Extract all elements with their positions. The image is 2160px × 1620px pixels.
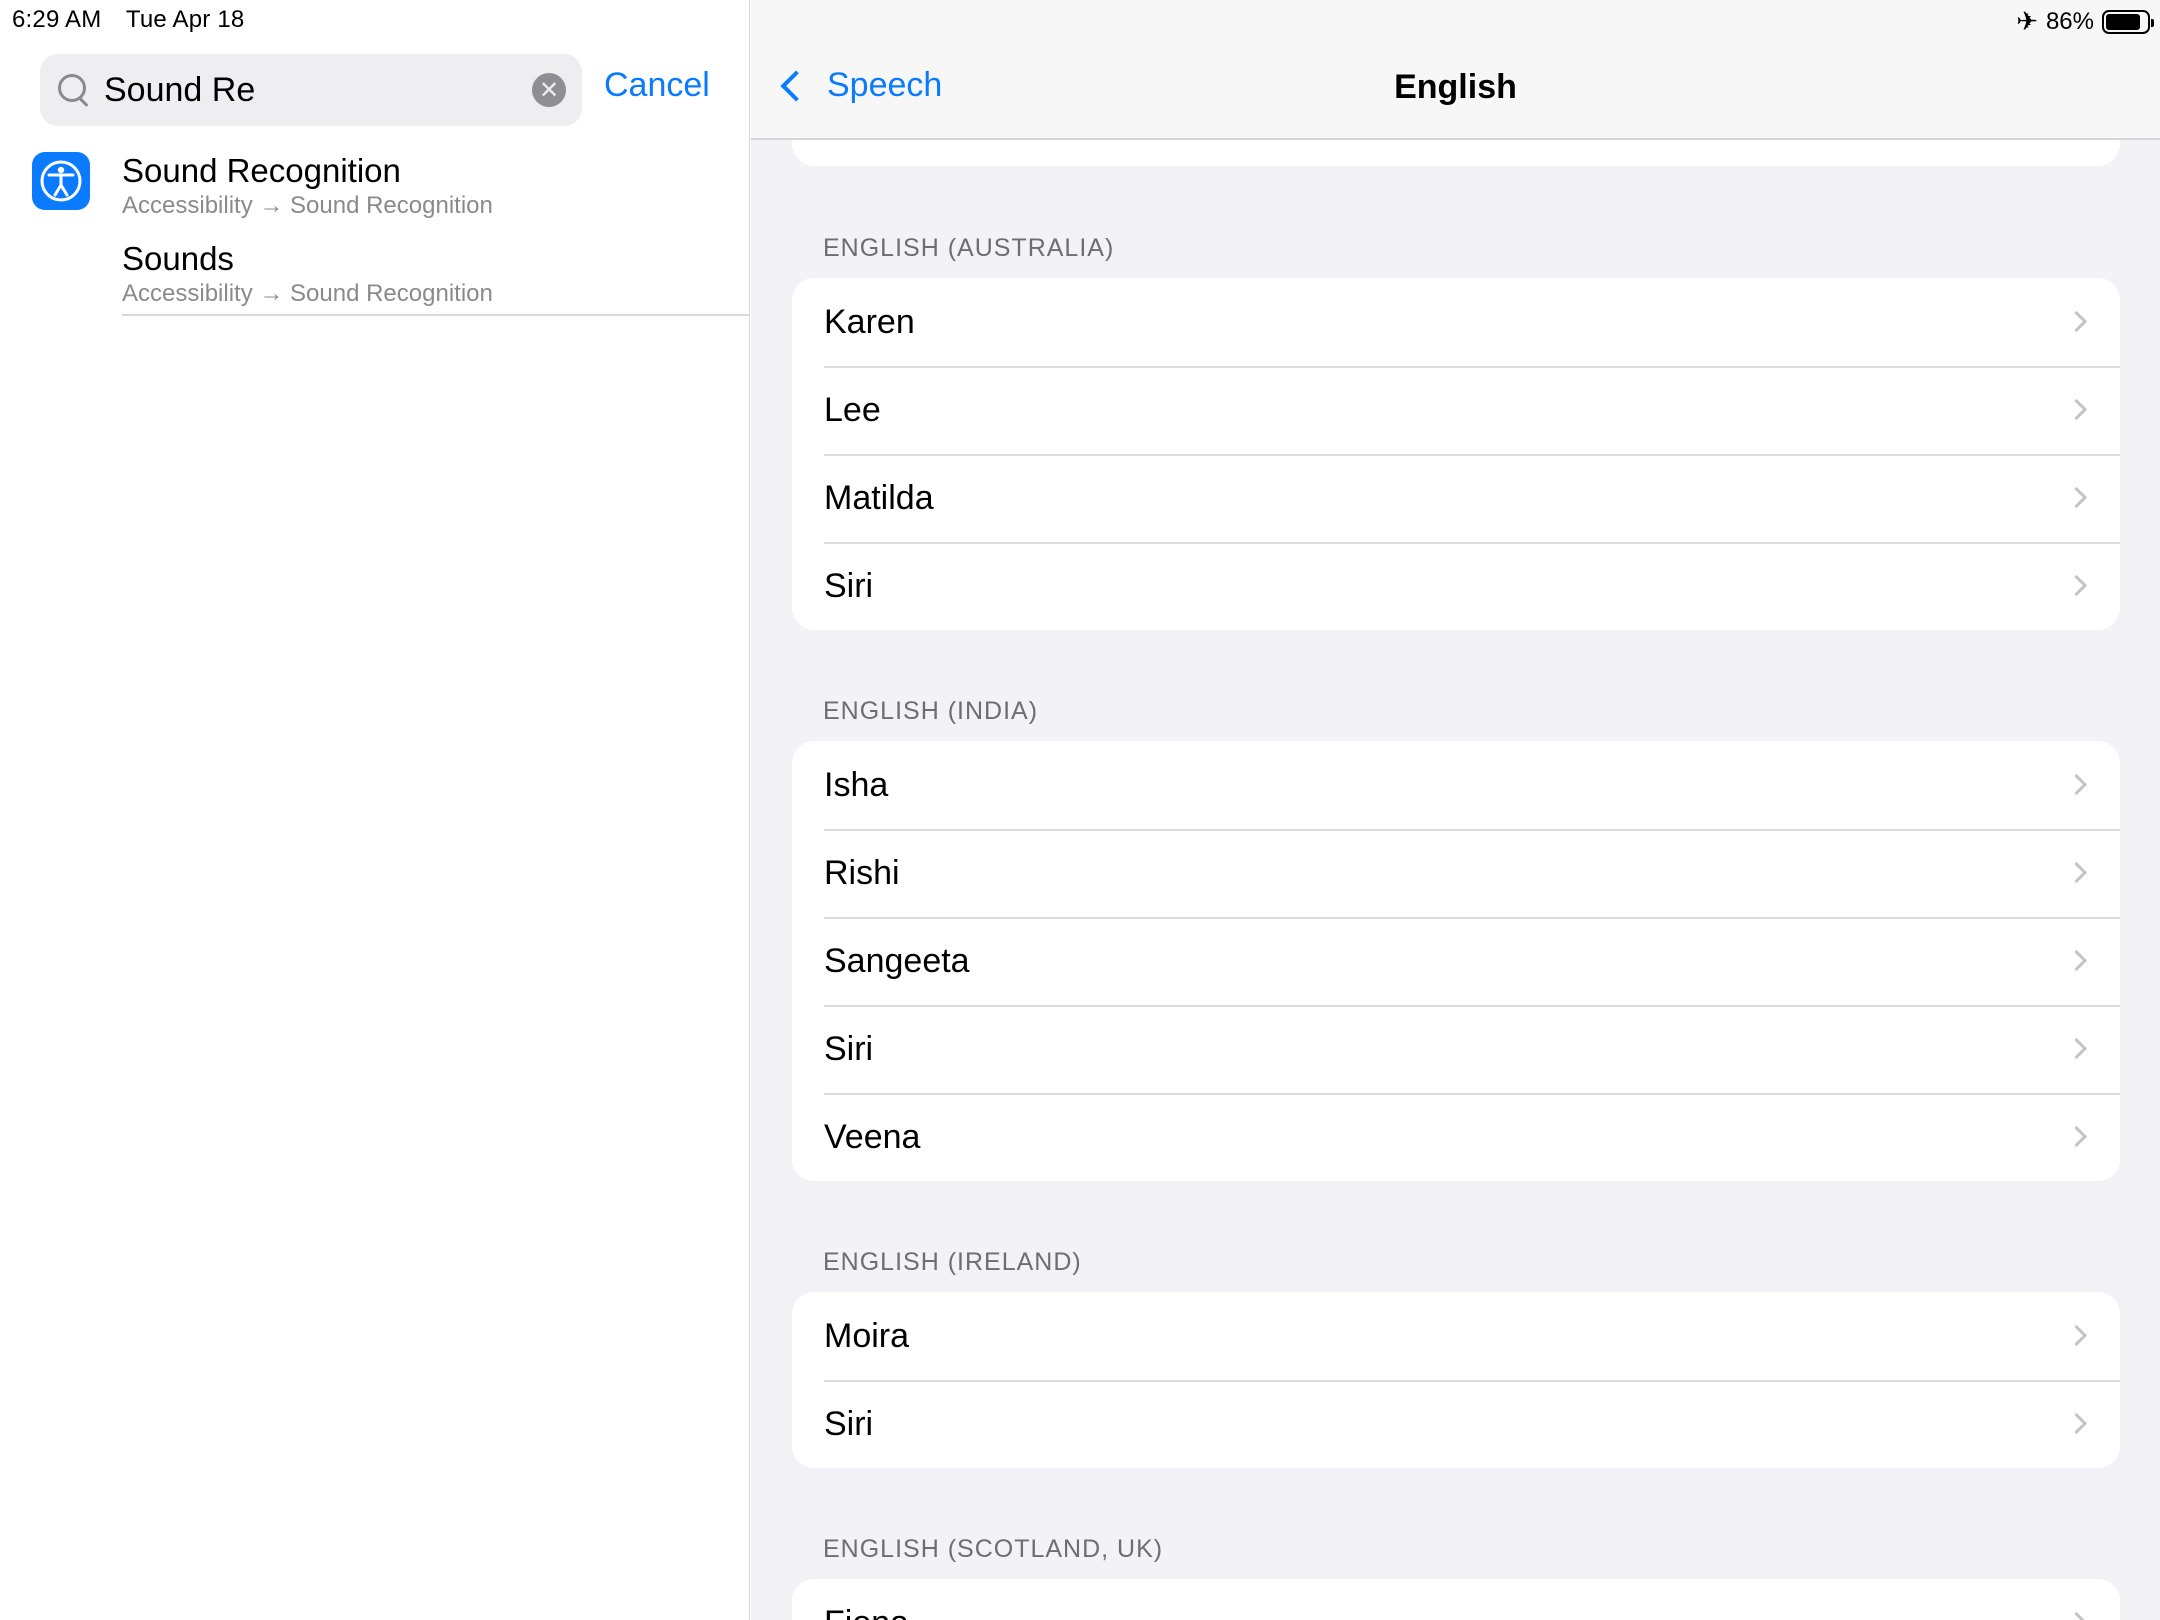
section-header: ENGLISH (INDIA): [823, 697, 1039, 725]
section-header: ENGLISH (SCOTLAND, UK): [823, 1535, 1164, 1563]
chevron-right-icon: [2065, 398, 2088, 421]
search-result-sounds[interactable]: Sounds Accessibility → Sound Recognition: [0, 240, 750, 320]
chevron-right-icon: [2065, 773, 2088, 796]
search-result-sound-recognition[interactable]: Sound Recognition Accessibility → Sound …: [0, 152, 750, 232]
voice-row[interactable]: Karen: [792, 278, 2120, 366]
chevron-right-icon: [2065, 949, 2088, 972]
voice-name: Sangeeta: [824, 941, 970, 980]
voice-name: Karen: [824, 302, 915, 341]
voice-row[interactable]: Siri: [792, 542, 2120, 630]
voice-name: Siri: [824, 1029, 874, 1068]
result-title: Sounds: [122, 240, 234, 277]
voice-list-card: Karen Lee Matilda Siri: [792, 278, 2120, 630]
chevron-right-icon: [2065, 1412, 2088, 1435]
chevron-right-icon: [2065, 1037, 2088, 1060]
chevron-right-icon: [2065, 1324, 2088, 1347]
status-indicators: ✈ 86%: [2016, 6, 2154, 37]
clear-search-icon[interactable]: ✕: [532, 73, 566, 107]
speech-voices-pane: ✈ 86% Speech English ENGLISH (AUSTRALIA)…: [751, 0, 2160, 1620]
result-path: Accessibility → Sound Recognition: [122, 280, 493, 307]
battery-percent: 86%: [2045, 7, 2094, 35]
section-header: ENGLISH (IRELAND): [823, 1248, 1082, 1276]
search-results-pane: 6:29 AM Tue Apr 18 Sound Re ✕ Cancel Sou…: [0, 0, 750, 1620]
chevron-right-icon: [2065, 861, 2088, 884]
voice-row[interactable]: Siri: [792, 1005, 2120, 1093]
voice-row[interactable]: Sangeeta: [792, 917, 2120, 1005]
voice-row[interactable]: Veena: [792, 1093, 2120, 1181]
accessibility-icon: [32, 152, 90, 210]
chevron-right-icon: [2065, 574, 2088, 597]
airplane-icon: ✈: [2016, 6, 2038, 36]
voice-name: Fiona: [824, 1604, 909, 1620]
voice-row[interactable]: Matilda: [792, 454, 2120, 542]
chevron-right-icon: [2065, 1125, 2088, 1148]
chevron-right-icon: [2065, 310, 2088, 333]
status-time-date: 6:29 AM Tue Apr 18: [12, 6, 262, 34]
voice-name: Moira: [824, 1316, 910, 1355]
voice-list-card: Isha Rishi Sangeeta Siri Veena: [792, 741, 2120, 1181]
voice-name: Matilda: [824, 478, 934, 517]
voice-list-card: Moira Siri: [792, 1292, 2120, 1468]
search-icon: [54, 70, 94, 110]
voice-name: Isha: [824, 765, 889, 804]
voice-list-card: Fiona: [792, 1579, 2120, 1620]
chevron-right-icon: [2065, 486, 2088, 509]
voice-row[interactable]: Lee: [792, 366, 2120, 454]
voice-name: Siri: [824, 566, 874, 605]
voice-row[interactable]: Siri: [792, 1380, 2120, 1468]
voice-name: Rishi: [824, 853, 900, 892]
result-title: Sound Recognition: [122, 152, 401, 189]
chevron-right-icon: [2065, 1611, 2088, 1620]
status-time: 6:29 AM: [12, 6, 102, 33]
voice-row[interactable]: Isha: [792, 741, 2120, 829]
voice-row[interactable]: Fiona: [792, 1579, 2120, 1620]
navigation-bar: ✈ 86% Speech English: [751, 0, 2160, 140]
voice-row[interactable]: Moira: [792, 1292, 2120, 1380]
voice-name: Siri: [824, 1404, 874, 1443]
cancel-button[interactable]: Cancel: [604, 66, 710, 105]
search-input[interactable]: Sound Re ✕: [40, 54, 582, 126]
voice-name: Lee: [824, 390, 881, 429]
section-header: ENGLISH (AUSTRALIA): [823, 234, 1115, 262]
page-title: English: [1394, 68, 1517, 106]
battery-icon: [2102, 9, 2154, 34]
voice-name: Veena: [824, 1117, 921, 1156]
status-date: Tue Apr 18: [125, 6, 245, 33]
voice-row[interactable]: Rishi: [792, 829, 2120, 917]
divider: [122, 314, 750, 316]
result-path: Accessibility → Sound Recognition: [122, 192, 493, 219]
search-query[interactable]: Sound Re: [104, 71, 532, 110]
